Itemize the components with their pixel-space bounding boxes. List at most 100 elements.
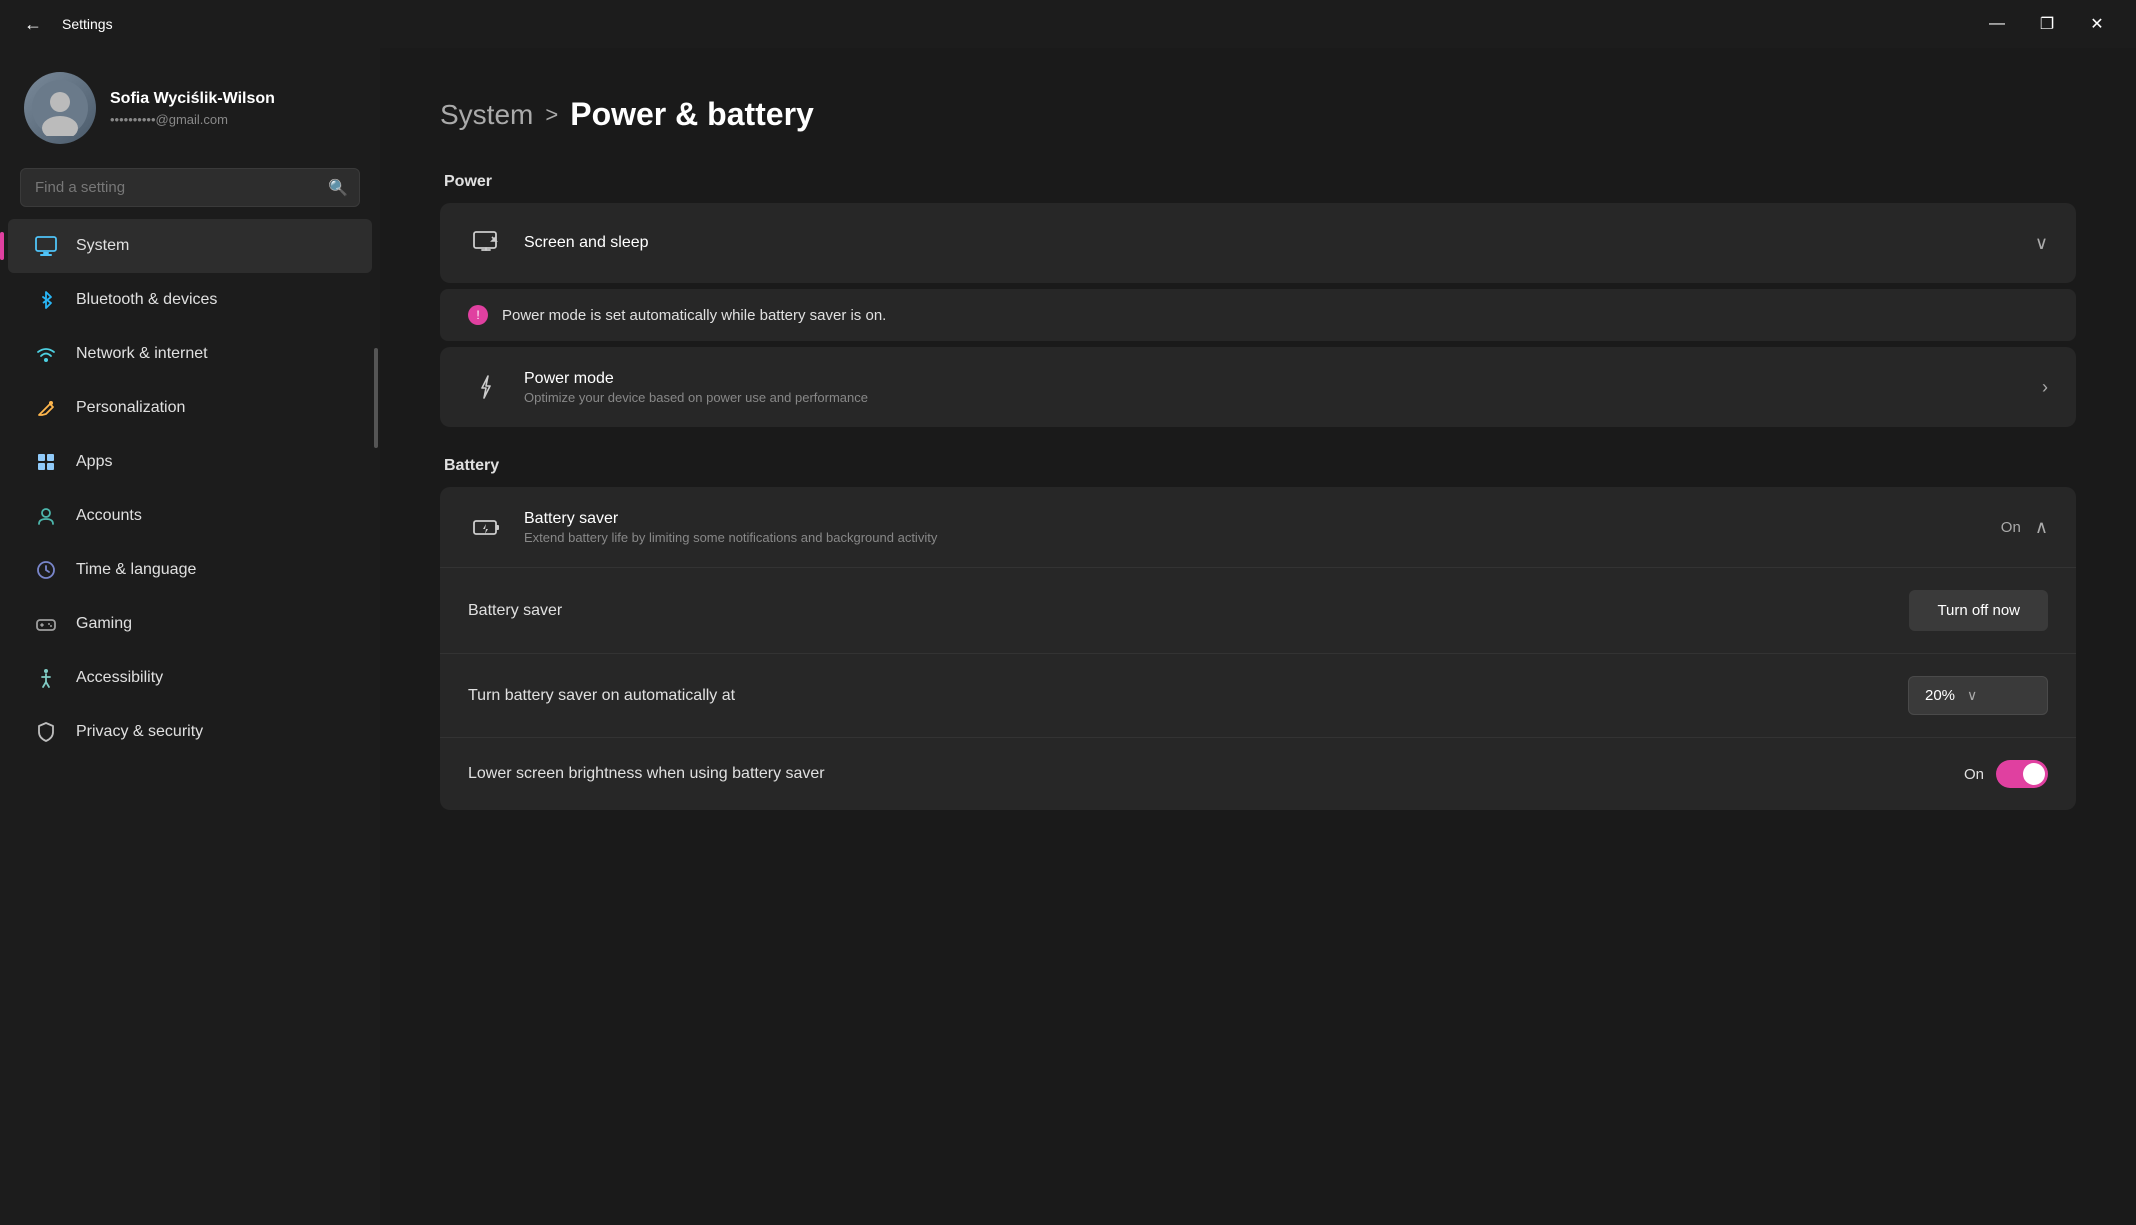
screen-sleep-action: ∨ [2035,233,2048,254]
auto-turn-on-row: Turn battery saver on automatically at 2… [440,654,2076,738]
accessibility-icon [32,664,60,692]
nav-list: System Bluetooth & devices Network & int… [0,219,380,759]
power-mode-card: Power mode Optimize your device based on… [440,347,2076,427]
system-icon [32,232,60,260]
chevron-up-icon: ∧ [2035,517,2048,538]
sidebar-label-accessibility: Accessibility [76,669,163,687]
search-input[interactable] [20,168,360,207]
toggle-thumb [2023,763,2045,785]
gaming-icon [32,610,60,638]
apps-icon [32,448,60,476]
power-warning: ! Power mode is set automatically while … [440,289,2076,341]
title-bar-left: ← Settings [16,10,113,39]
search-box: 🔍 [20,168,360,207]
turn-off-button[interactable]: Turn off now [1909,590,2048,631]
sidebar: Sofia Wyciślik-Wilson ••••••••••@gmail.c… [0,48,380,759]
power-mode-row[interactable]: Power mode Optimize your device based on… [440,347,2076,427]
auto-turn-on-dropdown[interactable]: 20% ∨ [1908,676,2048,715]
sidebar-label-network: Network & internet [76,345,208,363]
maximize-button[interactable]: ❐ [2024,8,2070,40]
personalization-icon [32,394,60,422]
power-mode-text: Power mode Optimize your device based on… [524,370,2022,405]
screen-sleep-row[interactable]: Screen and sleep ∨ [440,203,2076,283]
window-controls: — ❐ ✕ [1974,8,2120,40]
power-mode-sublabel: Optimize your device based on power use … [524,390,2022,405]
dropdown-chevron-icon: ∨ [1967,687,1977,704]
brightness-toggle[interactable] [1996,760,2048,788]
close-button[interactable]: ✕ [2074,8,2120,40]
battery-saver-sublabel: Extend battery life by limiting some not… [524,530,1981,545]
brightness-toggle-container: On [1964,760,2048,788]
battery-saver-right: On ∧ [2001,517,2048,538]
battery-saver-toggle-row: Battery saver Turn off now [440,568,2076,654]
user-info: Sofia Wyciślik-Wilson ••••••••••@gmail.c… [110,90,275,127]
sidebar-item-accessibility[interactable]: Accessibility [8,651,372,705]
battery-saver-header-row[interactable]: Battery saver Extend battery life by lim… [440,487,2076,568]
brightness-status: On [1964,766,1984,783]
search-icon: 🔍 [328,178,348,198]
bluetooth-icon [32,286,60,314]
sidebar-label-accounts: Accounts [76,507,142,525]
sidebar-wrapper: Sofia Wyciślik-Wilson ••••••••••@gmail.c… [0,48,380,1225]
battery-saver-text: Battery saver Extend battery life by lim… [524,510,1981,545]
battery-saver-row-label: Battery saver [468,602,1909,620]
screen-sleep-icon [468,225,504,261]
sidebar-label-privacy: Privacy & security [76,723,203,741]
sidebar-label-system: System [76,237,129,255]
brightness-row: Lower screen brightness when using batte… [440,738,2076,810]
breadcrumb-current: Power & battery [570,96,814,133]
power-mode-action: › [2042,377,2048,398]
sidebar-item-time[interactable]: Time & language [8,543,372,597]
avatar-image [24,72,96,144]
battery-section: Battery Battery saver Extend battery lif… [440,457,2076,810]
sidebar-item-system[interactable]: System [8,219,372,273]
sidebar-item-accounts[interactable]: Accounts [8,489,372,543]
user-profile[interactable]: Sofia Wyciślik-Wilson ••••••••••@gmail.c… [0,56,380,164]
sidebar-item-network[interactable]: Network & internet [8,327,372,381]
screen-sleep-text: Screen and sleep [524,234,2015,252]
chevron-right-icon: › [2042,377,2048,398]
user-email: ••••••••••@gmail.com [110,112,275,127]
brightness-label: Lower screen brightness when using batte… [468,765,1964,783]
sidebar-item-personalization[interactable]: Personalization [8,381,372,435]
sidebar-item-apps[interactable]: Apps [8,435,372,489]
title-bar-title: Settings [62,16,113,32]
chevron-down-icon: ∨ [2035,233,2048,254]
user-name: Sofia Wyciślik-Wilson [110,90,275,108]
sidebar-label-personalization: Personalization [76,399,185,417]
battery-saver-label: Battery saver [524,510,1981,528]
battery-saver-icon [468,509,504,545]
breadcrumb-separator: > [545,102,558,128]
sidebar-label-gaming: Gaming [76,615,132,633]
sidebar-label-bluetooth: Bluetooth & devices [76,291,217,309]
auto-turn-on-value: 20% [1925,687,1955,704]
power-section-title: Power [440,173,2076,191]
battery-saver-status: On [2001,519,2021,536]
breadcrumb: System > Power & battery [440,96,2076,133]
warning-icon: ! [468,305,488,325]
power-mode-icon [468,369,504,405]
screen-sleep-label: Screen and sleep [524,234,2015,252]
minimize-button[interactable]: — [1974,8,2020,40]
avatar [24,72,96,144]
network-icon [32,340,60,368]
sidebar-item-privacy[interactable]: Privacy & security [8,705,372,759]
power-mode-label: Power mode [524,370,2022,388]
sidebar-item-bluetooth[interactable]: Bluetooth & devices [8,273,372,327]
accounts-icon [32,502,60,530]
sidebar-scrollbar [374,348,378,448]
app-body: Sofia Wyciślik-Wilson ••••••••••@gmail.c… [0,48,2136,1225]
sidebar-item-gaming[interactable]: Gaming [8,597,372,651]
title-bar: ← Settings — ❐ ✕ [0,0,2136,48]
breadcrumb-parent[interactable]: System [440,99,533,131]
privacy-icon [32,718,60,746]
sidebar-label-time: Time & language [76,561,196,579]
auto-turn-on-label: Turn battery saver on automatically at [468,687,1908,705]
warning-text: Power mode is set automatically while ba… [502,307,886,324]
time-icon [32,556,60,584]
back-button[interactable]: ← [16,10,50,39]
battery-card: Battery saver Extend battery life by lim… [440,487,2076,810]
power-card: Screen and sleep ∨ [440,203,2076,283]
battery-section-title: Battery [440,457,2076,475]
sidebar-label-apps: Apps [76,453,112,471]
